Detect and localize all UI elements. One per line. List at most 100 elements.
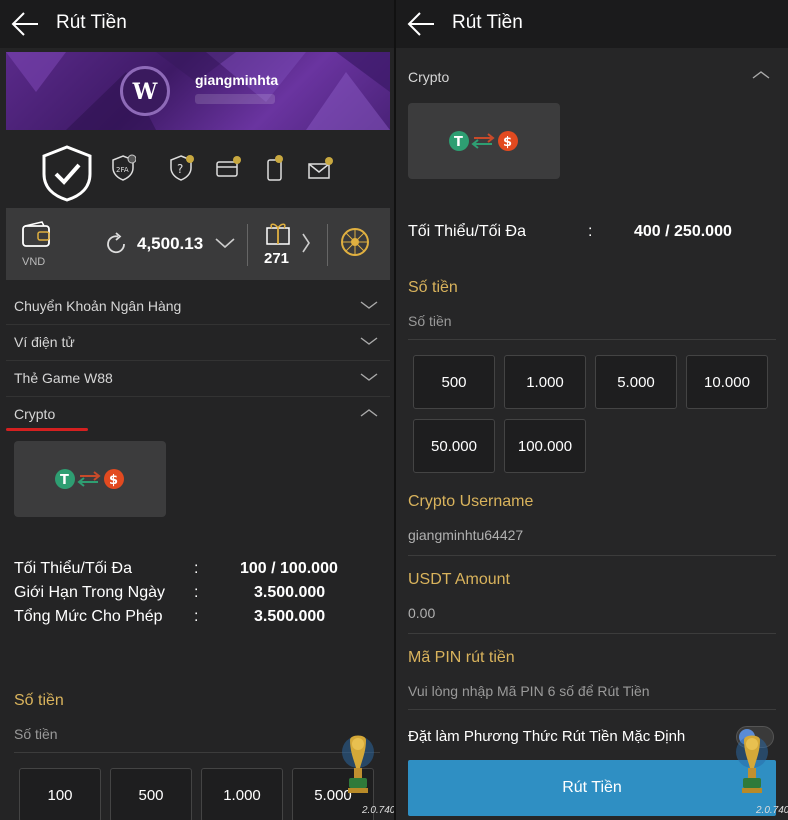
security-question-icon[interactable]: ? (168, 154, 194, 182)
usdt-exchange-icon: T $ (449, 131, 518, 151)
pin-label: Mã PIN rút tiền (408, 649, 515, 666)
right-withdraw-screen: Rút Tiền Crypto T $ Tối Thiểu/Tối Đa : 4… (396, 0, 788, 820)
avatar: W (120, 66, 170, 116)
separator: : (194, 584, 199, 601)
amount-input[interactable]: Số tiền (14, 726, 58, 742)
trophy-icon[interactable] (734, 734, 770, 796)
version-label: 2.0.740 (362, 805, 394, 816)
blurred-info (195, 94, 275, 104)
gift-icon[interactable] (264, 218, 292, 246)
svg-text:$: $ (503, 135, 512, 150)
amount-label: Số tiền (14, 692, 64, 709)
currency-label: VND (22, 256, 46, 268)
limit-row: Tối Thiểu/Tối Đa : 400 / 250.000 (408, 223, 778, 247)
refresh-icon[interactable] (104, 232, 128, 256)
quick-amount-button[interactable]: 10.000 (686, 355, 768, 409)
security-status-row: 2FA ? (0, 140, 394, 206)
limits-table: Tối Thiểu/Tối Đa : 100 / 100.000 Giới Hạ… (14, 560, 384, 632)
limit-key: Tổng Mức Cho Phép (14, 608, 163, 625)
left-withdraw-screen: Rút Tiền W giangminhta 2FA ? VND 4,500.1… (0, 0, 394, 820)
quick-amount-button[interactable]: 1.000 (504, 355, 586, 409)
back-arrow-icon[interactable] (406, 10, 436, 38)
input-underline (408, 709, 776, 710)
version-label: 2.0.740 (756, 805, 788, 816)
page-title: Rút Tiền (452, 12, 523, 33)
back-arrow-icon[interactable] (10, 10, 40, 38)
quick-amount-button[interactable]: 100.000 (504, 419, 586, 473)
chevron-up-icon[interactable] (752, 70, 770, 80)
shield-check-icon (42, 145, 92, 202)
svg-text:?: ? (177, 162, 183, 176)
limit-value: 3.500.000 (254, 608, 326, 625)
separator: : (588, 223, 593, 240)
gift-count: 271 (264, 250, 290, 267)
method-crypto[interactable]: Crypto (14, 396, 378, 432)
quick-amount-button[interactable]: 500 (110, 768, 192, 820)
trophy-icon[interactable] (340, 734, 376, 796)
usdt-exchange-icon: T $ (55, 469, 124, 489)
method-label: Ví điện tử (14, 334, 75, 350)
username: giangminhta (195, 72, 279, 88)
email-verify-icon[interactable] (307, 154, 333, 182)
card-verify-icon[interactable] (215, 154, 241, 182)
method-label: Thẻ Game W88 (14, 370, 113, 386)
crypto-usdt-option[interactable]: T $ (408, 103, 560, 179)
separator: : (194, 608, 199, 625)
limit-value: 400 / 250.000 (634, 223, 732, 240)
pin-input[interactable]: Vui lòng nhập Mã PIN 6 số để Rút Tiền (408, 683, 650, 699)
limit-key: Tối Thiểu/Tối Đa (408, 223, 526, 240)
page-title: Rút Tiền (56, 12, 127, 33)
method-e-wallet[interactable]: Ví điện tử (14, 324, 378, 360)
chevron-down-icon (360, 301, 378, 309)
svg-text:T: T (454, 135, 463, 150)
crypto-username-field[interactable]: giangminhtu64427 (408, 527, 523, 543)
header-bar: Rút Tiền (0, 0, 394, 48)
submit-withdraw-button[interactable]: Rút Tiền (408, 760, 776, 816)
amount-label: Số tiền (408, 279, 458, 296)
amount-input[interactable]: Số tiền (408, 313, 452, 329)
quick-amount-button[interactable]: 100 (19, 768, 101, 820)
lucky-wheel-icon[interactable] (339, 226, 371, 258)
input-underline (408, 339, 776, 340)
input-underline (14, 752, 380, 753)
default-method-label: Đặt làm Phương Thức Rút Tiền Mặc Định (408, 728, 686, 745)
active-method-underline (6, 428, 88, 431)
limit-key: Giới Hạn Trong Ngày (14, 584, 165, 601)
crypto-username-label: Crypto Username (408, 493, 534, 510)
separator: : (194, 560, 199, 577)
quick-amount-button[interactable]: 500 (413, 355, 495, 409)
wallet-icon (22, 221, 50, 247)
svg-text:$: $ (109, 473, 118, 488)
usdt-amount-field: 0.00 (408, 605, 436, 621)
chevron-up-icon (360, 409, 378, 417)
limit-key: Tối Thiểu/Tối Đa (14, 560, 132, 577)
phone-verify-icon[interactable] (263, 154, 289, 182)
method-bank-transfer[interactable]: Chuyển Khoản Ngân Hàng (14, 288, 378, 324)
chevron-down-icon[interactable] (214, 236, 236, 250)
divider (247, 224, 248, 266)
limit-value: 100 / 100.000 (240, 560, 338, 577)
quick-amount-button[interactable]: 5.000 (595, 355, 677, 409)
method-game-card[interactable]: Thẻ Game W88 (14, 360, 378, 396)
method-label: Crypto (14, 406, 56, 422)
header-bar: Rút Tiền (396, 0, 788, 48)
method-label: Chuyển Khoản Ngân Hàng (14, 298, 182, 314)
balance-value: 4,500.13 (137, 234, 204, 253)
svg-text:2FA: 2FA (116, 166, 129, 174)
profile-banner: W giangminhta (6, 52, 390, 130)
usdt-amount-label: USDT Amount (408, 571, 510, 588)
limit-value: 3.500.000 (254, 584, 326, 601)
quick-amount-button[interactable]: 1.000 (201, 768, 283, 820)
chevron-right-icon[interactable] (301, 232, 311, 254)
crypto-usdt-option[interactable]: T $ (14, 441, 166, 517)
wallet-bar: VND 4,500.13 271 (6, 208, 390, 280)
svg-text:T: T (60, 473, 69, 488)
chevron-down-icon (360, 337, 378, 345)
banner-pattern (6, 52, 390, 130)
input-underline (408, 633, 776, 634)
chevron-down-icon (360, 373, 378, 381)
quick-amount-button[interactable]: 50.000 (413, 419, 495, 473)
divider (327, 224, 328, 266)
2fa-icon[interactable]: 2FA (110, 154, 136, 182)
section-title-crypto[interactable]: Crypto (408, 69, 449, 85)
